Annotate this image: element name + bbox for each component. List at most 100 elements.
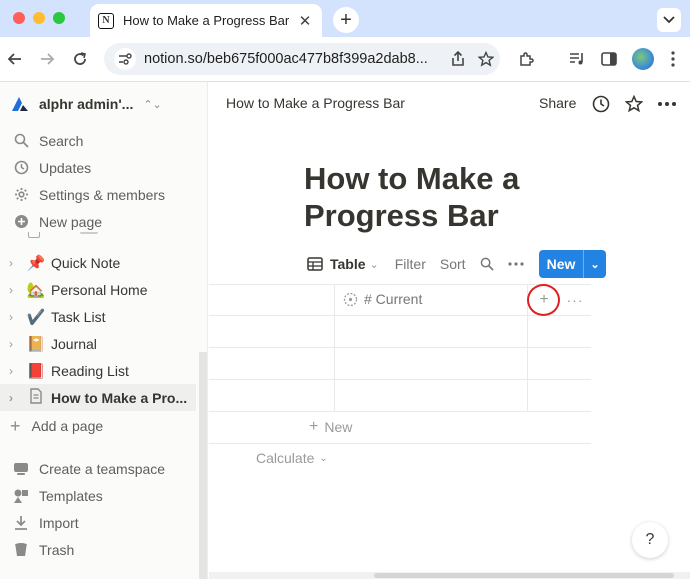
chevron-right-icon[interactable]: › xyxy=(9,256,21,270)
view-tab-label: Table xyxy=(330,256,366,272)
sidebar-item-new-page[interactable]: New page xyxy=(0,208,200,235)
chevron-right-icon[interactable]: › xyxy=(9,283,21,297)
table-row-divider xyxy=(209,347,591,348)
sidebar-page-quick-note[interactable]: › 📌 Quick Note xyxy=(0,249,196,276)
more-options-icon[interactable] xyxy=(656,93,678,115)
sidebar-item-label: Templates xyxy=(39,487,103,504)
horizontal-scrollbar[interactable] xyxy=(209,572,690,579)
window-zoom-button[interactable] xyxy=(53,12,65,24)
notion-sidebar: alphr admin'... ⌃⌄ Search Updates Settin… xyxy=(0,82,208,579)
chevron-right-icon[interactable]: › xyxy=(9,337,21,351)
page-title[interactable]: How to Make a Progress Bar xyxy=(304,160,624,234)
site-info-icon[interactable] xyxy=(114,48,136,70)
new-tab-button[interactable]: + xyxy=(333,7,359,33)
forward-button[interactable] xyxy=(36,48,58,70)
chevron-right-icon[interactable]: › xyxy=(9,364,21,378)
browser-tab-strip: N How to Make a Progress Bar ✕ + xyxy=(0,0,690,37)
breadcrumb[interactable]: How to Make a Progress Bar xyxy=(226,95,405,111)
browser-tab-active[interactable]: N How to Make a Progress Bar ✕ xyxy=(90,4,322,37)
arrow-right-icon xyxy=(41,53,55,65)
database-toolbar: Table ⌄ Filter Sort xyxy=(307,250,538,278)
add-page-label: Add a page xyxy=(31,417,104,434)
extensions-puzzle-icon[interactable] xyxy=(515,48,537,70)
sidebar-item-updates[interactable]: Updates xyxy=(0,154,200,181)
media-controls-icon[interactable] xyxy=(566,48,588,70)
column-header-current[interactable]: # Current xyxy=(343,291,422,307)
reload-button[interactable] xyxy=(69,48,91,70)
sidebar-page-personal-home[interactable]: › 🏡 Personal Home xyxy=(0,276,196,303)
chevron-right-icon[interactable]: › xyxy=(9,391,21,405)
page-icon xyxy=(26,387,46,408)
checkmark-icon: ✔️ xyxy=(26,308,46,326)
sidebar-page-label: Quick Note xyxy=(51,254,121,271)
profile-avatar[interactable] xyxy=(632,48,654,70)
new-entry-button[interactable]: New ⌄ xyxy=(539,250,606,278)
sidebar-item-import[interactable]: Import xyxy=(0,509,200,536)
import-icon xyxy=(12,514,30,532)
tab-title: How to Make a Progress Bar xyxy=(123,13,290,28)
sidebar-item-search[interactable]: Search xyxy=(0,127,200,154)
sidebar-item-label: Import xyxy=(39,514,79,531)
sidebar-page-task-list[interactable]: › ✔️ Task List xyxy=(0,303,196,330)
add-row-label: New xyxy=(324,419,353,435)
notion-favicon-icon: N xyxy=(98,12,114,29)
share-button[interactable]: Share xyxy=(539,95,576,111)
add-page-button[interactable]: + Add a page xyxy=(0,412,196,439)
close-tab-icon[interactable]: ✕ xyxy=(296,12,314,30)
sidebar-page-label: Reading List xyxy=(51,362,129,379)
scrollbar-thumb[interactable] xyxy=(374,573,674,578)
sidebar-scrollbar[interactable] xyxy=(199,352,207,579)
add-row-button[interactable]: + New xyxy=(309,418,352,436)
calculate-dropdown[interactable]: Calculate ⌄ xyxy=(256,450,328,466)
bookmark-star-icon[interactable] xyxy=(472,48,500,70)
sidebar-item-label: Settings & members xyxy=(39,186,166,203)
tab-search-button[interactable] xyxy=(657,8,681,32)
sidebar-item-settings[interactable]: Settings & members xyxy=(0,181,200,208)
chevron-down-icon[interactable]: ⌄ xyxy=(584,250,606,278)
window-close-button[interactable] xyxy=(13,12,25,24)
chevron-down-icon: ⌄ xyxy=(319,452,328,464)
database-more-icon[interactable] xyxy=(507,262,524,266)
sort-button[interactable]: Sort xyxy=(440,256,466,272)
sidebar-item-label: New page xyxy=(39,213,103,230)
sidebar-item-templates[interactable]: Templates xyxy=(0,482,200,509)
browser-menu-icon[interactable] xyxy=(662,48,684,70)
plus-icon: + xyxy=(10,415,21,436)
favorite-star-icon[interactable] xyxy=(623,93,645,115)
sidebar-page-label: How to Make a Pro... xyxy=(51,389,188,406)
sidebar-page-progress-bar[interactable]: › How to Make a Pro... xyxy=(0,384,196,411)
history-clock-icon[interactable] xyxy=(590,93,612,115)
pushpin-icon: 📌 xyxy=(26,254,46,272)
alphr-logo-icon xyxy=(12,97,28,111)
sidebar-item-label: Search xyxy=(39,132,84,149)
sidebar-page-journal[interactable]: › 📔 Journal xyxy=(0,330,196,357)
help-button[interactable]: ? xyxy=(632,522,668,558)
search-icon[interactable] xyxy=(480,257,494,271)
side-panel-icon[interactable] xyxy=(598,48,620,70)
address-bar[interactable]: notion.so/beb675f000ac477b8f399a2dab8... xyxy=(104,43,500,75)
new-button-label[interactable]: New xyxy=(539,250,584,278)
back-button[interactable] xyxy=(4,48,26,70)
teamspace-icon xyxy=(12,460,30,478)
view-tab-table[interactable]: Table ⌄ xyxy=(307,256,379,272)
workspace-switcher[interactable]: alphr admin'... ⌃⌄ xyxy=(0,91,207,117)
sidebar-item-trash[interactable]: Trash xyxy=(0,536,200,563)
share-page-icon[interactable] xyxy=(444,48,472,70)
gear-icon xyxy=(12,186,30,204)
column-more-icon[interactable]: ··· xyxy=(565,289,585,311)
table-row-divider xyxy=(209,379,591,380)
search-icon xyxy=(12,132,30,150)
filter-button[interactable]: Filter xyxy=(395,256,426,272)
sidebar-item-label: Updates xyxy=(39,159,92,176)
table-row-divider xyxy=(209,411,591,412)
url-text[interactable]: notion.so/beb675f000ac477b8f399a2dab8... xyxy=(144,51,444,67)
sidebar-page-reading-list[interactable]: › 📕 Reading List xyxy=(0,357,196,384)
sidebar-item-create-teamspace[interactable]: Create a teamspace xyxy=(0,455,200,482)
table-icon xyxy=(307,257,323,271)
workspace-name: alphr admin'... xyxy=(39,96,134,112)
window-minimize-button[interactable] xyxy=(33,12,45,24)
table-column-divider xyxy=(334,284,335,412)
table-row-divider xyxy=(209,315,591,316)
chevron-right-icon[interactable]: › xyxy=(9,310,21,324)
sidebar-page-label: Journal xyxy=(51,335,97,352)
